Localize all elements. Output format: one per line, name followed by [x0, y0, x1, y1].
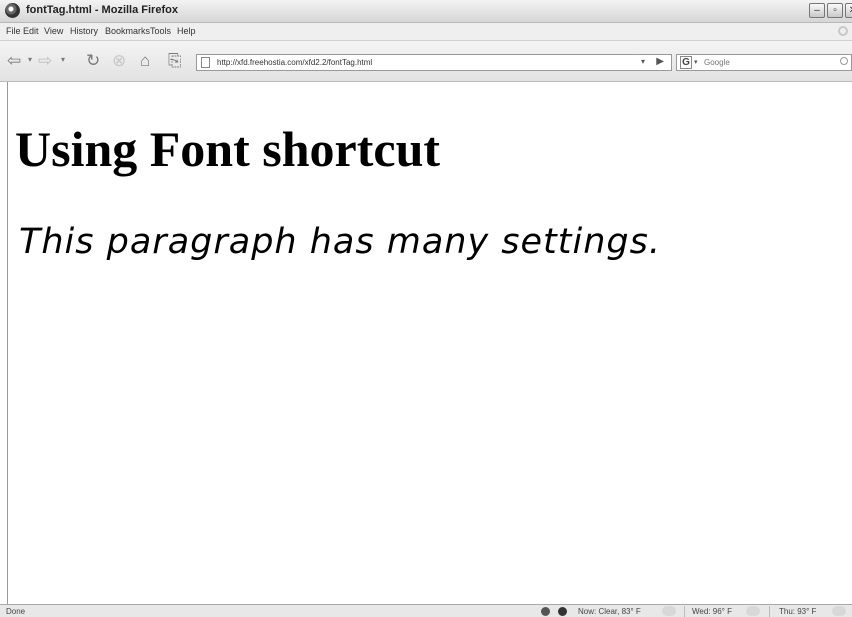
status-bar: Done Now: Clear, 83° F Wed: 96° F Thu: 9…	[0, 604, 852, 617]
menu-bar: File Edit View History Bookmarks Tools H…	[0, 23, 852, 41]
weather-now-icon	[662, 606, 676, 616]
status-separator	[769, 606, 770, 617]
forward-icon[interactable]: ⇨	[38, 51, 52, 71]
home-icon[interactable]: ⌂	[140, 51, 150, 71]
go-arrow-icon[interactable]: ▶	[656, 56, 664, 67]
navigation-toolbar: ⇦ ▾ ⇨ ▾ ↻ ⊗ ⌂ ⎘ http://xfd.freehostia.co…	[0, 41, 852, 82]
url-history-dropdown-icon[interactable]: ▾	[641, 57, 645, 66]
window-title: fontTag.html - Mozilla Firefox	[26, 4, 178, 16]
search-input[interactable]	[704, 56, 834, 69]
menu-bookmarks[interactable]: Bookmarks	[105, 26, 150, 36]
restore-button[interactable]: ▫	[827, 3, 843, 18]
back-icon[interactable]: ⇦	[7, 51, 21, 71]
status-text: Done	[6, 607, 26, 616]
back-history-dropdown-icon[interactable]: ▾	[28, 55, 32, 64]
search-box[interactable]: G ▾	[676, 54, 852, 71]
forward-history-dropdown-icon[interactable]: ▾	[61, 55, 65, 64]
weather-wed[interactable]: Wed: 96° F	[692, 607, 732, 616]
page-heading: Using Font shortcut	[15, 121, 441, 177]
status-separator	[684, 606, 685, 617]
stop-icon[interactable]: ⊗	[112, 51, 126, 71]
menu-help[interactable]: Help	[177, 26, 196, 36]
bookmark-page-icon[interactable]: ⎘	[168, 51, 182, 71]
weather-thu-icon	[832, 606, 846, 616]
menu-file[interactable]: File	[6, 26, 21, 36]
address-bar[interactable]: http://xfd.freehostia.com/xfd2.2/fontTag…	[196, 54, 672, 71]
close-button[interactable]: ✕	[845, 3, 852, 18]
title-bar: fontTag.html - Mozilla Firefox – ▫ ✕	[0, 0, 852, 23]
menu-edit[interactable]: Edit	[23, 26, 39, 36]
google-engine-icon[interactable]: G	[680, 56, 692, 69]
activity-throbber-icon	[838, 26, 848, 36]
minimize-button[interactable]: –	[809, 3, 825, 18]
search-engine-dropdown-icon[interactable]: ▾	[694, 58, 698, 66]
menu-view[interactable]: View	[44, 26, 63, 36]
page-paragraph: This paragraph has many settings.	[19, 222, 661, 262]
weather-now[interactable]: Now: Clear, 83° F	[578, 607, 641, 616]
menu-history[interactable]: History	[70, 26, 98, 36]
page-icon	[201, 57, 210, 68]
url-text[interactable]: http://xfd.freehostia.com/xfd2.2/fontTag…	[217, 58, 372, 67]
status-check-icon	[541, 607, 550, 616]
reload-icon[interactable]: ↻	[86, 51, 100, 71]
status-globe-icon	[558, 607, 567, 616]
page-content: Using Font shortcut This paragraph has m…	[7, 82, 852, 604]
search-icon[interactable]	[840, 57, 848, 65]
menu-tools[interactable]: Tools	[150, 26, 171, 36]
browser-window: fontTag.html - Mozilla Firefox – ▫ ✕ Fil…	[0, 0, 852, 617]
weather-wed-icon	[746, 606, 760, 616]
weather-thu[interactable]: Thu: 93° F	[779, 607, 816, 616]
firefox-icon	[5, 3, 20, 18]
